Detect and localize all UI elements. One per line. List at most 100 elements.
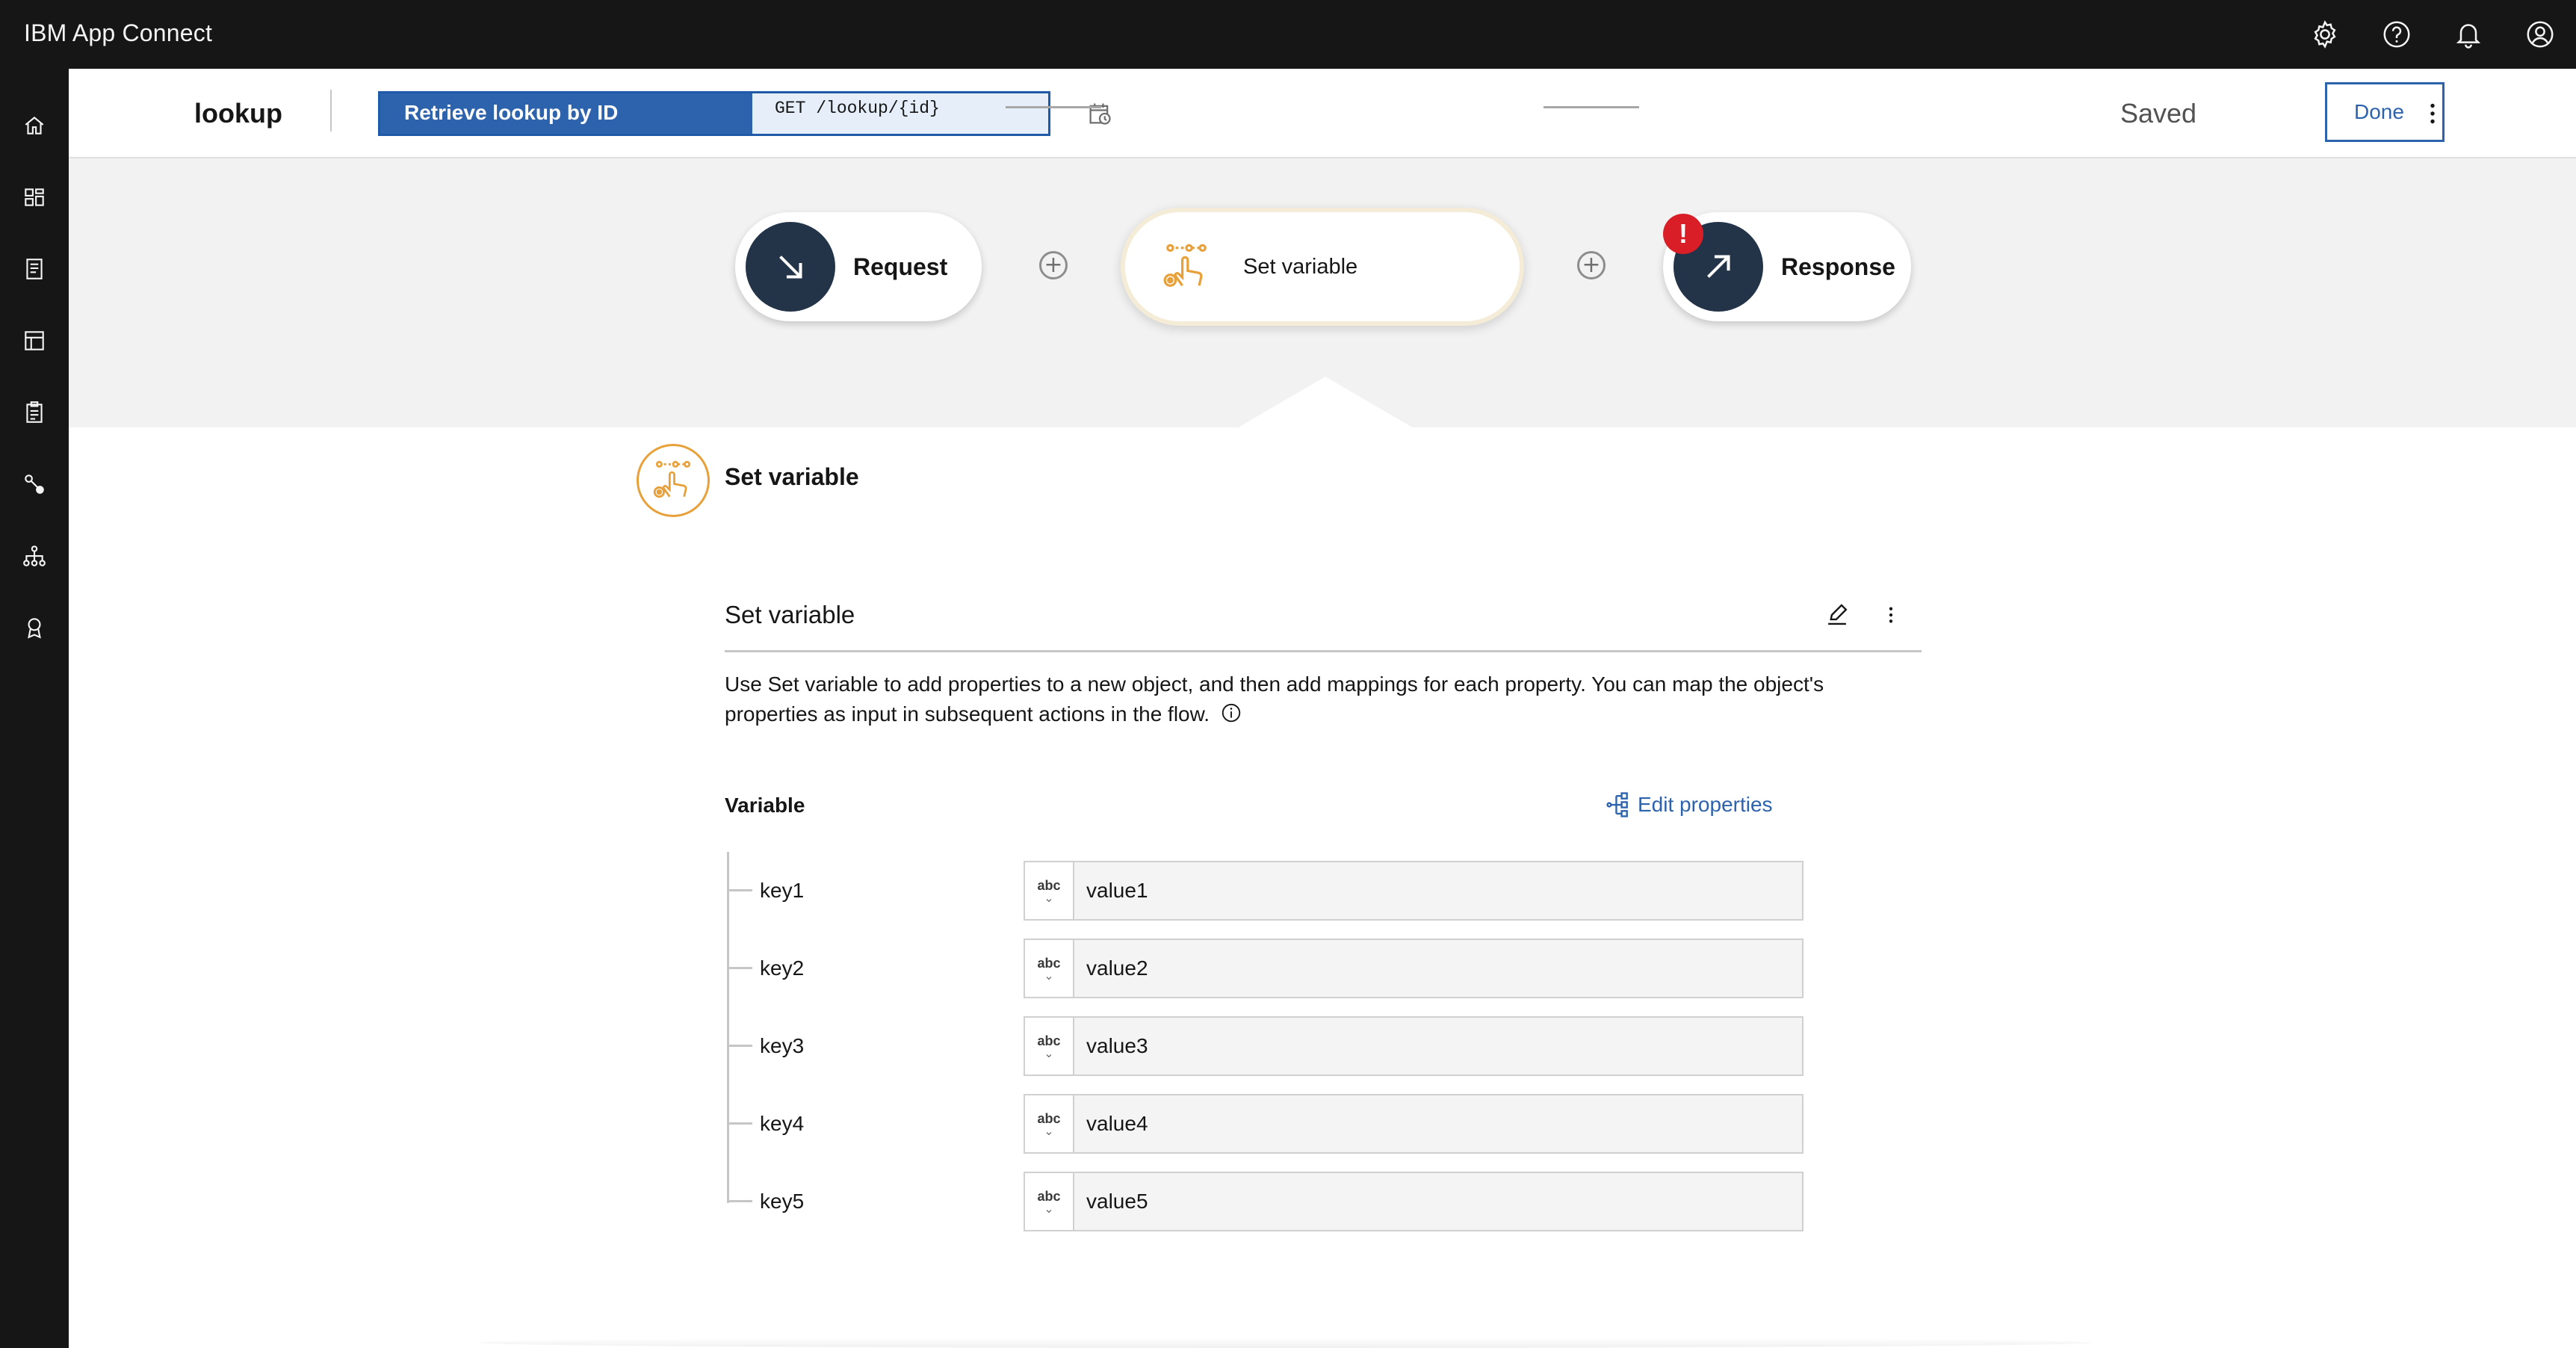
request-label: Request bbox=[853, 253, 948, 280]
property-key[interactable]: key1 bbox=[760, 861, 804, 921]
section-title: Set variable bbox=[725, 601, 855, 628]
rail-item-dashboard[interactable] bbox=[0, 170, 69, 224]
section-overflow-menu-icon[interactable] bbox=[1877, 601, 1905, 629]
property-key[interactable]: key4 bbox=[760, 1094, 804, 1154]
settings-icon[interactable] bbox=[2289, 0, 2361, 69]
top-header: IBM App Connect bbox=[0, 0, 2576, 69]
connector-line bbox=[1544, 106, 1639, 108]
property-value[interactable]: value2 bbox=[1074, 940, 1802, 997]
rail-item-logs[interactable] bbox=[0, 386, 69, 439]
header-actions bbox=[2289, 0, 2576, 69]
save-status: Saved bbox=[2120, 98, 2197, 129]
chevron-down-icon: ⌄ bbox=[1044, 1047, 1054, 1060]
request-node[interactable]: Request bbox=[735, 212, 982, 321]
description: Use Set variable to add properties to a … bbox=[725, 670, 1890, 729]
edit-properties-link[interactable]: Edit properties bbox=[1605, 791, 1773, 819]
type-selector[interactable]: abc ⌄ bbox=[1025, 940, 1074, 997]
flow-header: lookup Retrieve lookup by ID GET /lookup… bbox=[69, 69, 2576, 158]
selection-pointer bbox=[1236, 377, 1415, 429]
type-selector[interactable]: abc ⌄ bbox=[1025, 1095, 1074, 1152]
property-value[interactable]: value1 bbox=[1074, 862, 1802, 919]
operation-selector[interactable]: Retrieve lookup by ID GET /lookup/{id} bbox=[378, 91, 1050, 136]
property-value-field[interactable]: abc ⌄ value3 bbox=[1024, 1016, 1803, 1076]
type-label: abc bbox=[1037, 955, 1061, 971]
property-value[interactable]: value5 bbox=[1074, 1173, 1802, 1230]
panel-bottom-shadow bbox=[478, 1338, 2092, 1348]
set-variable-label: Set variable bbox=[1243, 254, 1358, 279]
variable-row: key4 abc ⌄ value4 bbox=[727, 1094, 1803, 1154]
section-divider bbox=[725, 650, 1922, 652]
divider bbox=[330, 90, 332, 132]
rail-item-home[interactable] bbox=[0, 99, 69, 152]
property-value[interactable]: value4 bbox=[1074, 1095, 1802, 1152]
set-variable-icon bbox=[1157, 237, 1216, 297]
rail-item-connections[interactable] bbox=[0, 457, 69, 511]
info-icon[interactable] bbox=[1220, 702, 1242, 724]
type-label: abc bbox=[1037, 877, 1061, 893]
property-key[interactable]: key2 bbox=[760, 939, 804, 998]
property-key[interactable]: key5 bbox=[760, 1172, 804, 1231]
tree-branch bbox=[727, 1122, 752, 1125]
variable-row: key1 abc ⌄ value1 bbox=[727, 861, 1803, 921]
panel-title: Set variable bbox=[725, 463, 859, 490]
type-label: abc bbox=[1037, 1033, 1061, 1048]
schedule-icon[interactable] bbox=[1086, 100, 1113, 127]
operation-path: GET /lookup/{id} bbox=[752, 93, 1048, 134]
variable-row: key5 abc ⌄ value5 bbox=[727, 1172, 1803, 1231]
edit-pencil-icon[interactable] bbox=[1823, 601, 1851, 629]
connector-line bbox=[1006, 106, 1101, 108]
panel-set-variable-icon bbox=[637, 444, 710, 517]
app-title[interactable]: IBM App Connect bbox=[24, 0, 212, 69]
property-value-field[interactable]: abc ⌄ value5 bbox=[1024, 1172, 1803, 1231]
dashboard-icon bbox=[25, 188, 44, 206]
add-node-button[interactable]: + bbox=[1039, 251, 1068, 279]
variable-label: Variable bbox=[725, 794, 805, 817]
tree-branch bbox=[727, 1200, 752, 1202]
tree-branch bbox=[727, 967, 752, 969]
property-value-field[interactable]: abc ⌄ value4 bbox=[1024, 1094, 1803, 1154]
add-node-button[interactable]: + bbox=[1577, 251, 1606, 279]
chevron-down-icon: ⌄ bbox=[1044, 1125, 1054, 1138]
logs-icon bbox=[26, 401, 43, 423]
catalog-icon bbox=[26, 259, 43, 279]
templates-icon bbox=[25, 331, 44, 350]
variable-row: key3 abc ⌄ value3 bbox=[727, 1016, 1803, 1076]
rail-item-catalog[interactable] bbox=[0, 242, 69, 296]
left-nav-rail bbox=[0, 69, 69, 1348]
property-value[interactable]: value3 bbox=[1074, 1018, 1802, 1075]
chevron-down-icon: ⌄ bbox=[1044, 891, 1054, 905]
request-arrow-icon bbox=[746, 222, 835, 312]
type-selector[interactable]: abc ⌄ bbox=[1025, 862, 1074, 919]
notification-icon[interactable] bbox=[2433, 0, 2504, 69]
type-label: abc bbox=[1037, 1110, 1061, 1126]
chevron-down-icon: ⌄ bbox=[1044, 1202, 1054, 1216]
overflow-menu-icon[interactable] bbox=[2415, 96, 2450, 132]
edit-properties-label: Edit properties bbox=[1638, 793, 1773, 816]
tree-branch bbox=[727, 1045, 752, 1047]
description-text: Use Set variable to add properties to a … bbox=[725, 673, 1824, 726]
help-icon[interactable] bbox=[2361, 0, 2433, 69]
error-badge[interactable]: ! bbox=[1663, 214, 1703, 254]
tree-structure-icon bbox=[1606, 792, 1628, 817]
badge-icon bbox=[28, 618, 41, 639]
operation-title: Retrieve lookup by ID bbox=[380, 93, 752, 134]
rail-item-templates[interactable] bbox=[0, 314, 69, 368]
property-value-field[interactable]: abc ⌄ value2 bbox=[1024, 939, 1803, 998]
connections-icon bbox=[25, 474, 44, 494]
rail-item-badge[interactable] bbox=[0, 601, 69, 655]
response-label: Response bbox=[1781, 253, 1895, 280]
flow-name[interactable]: lookup bbox=[194, 69, 282, 158]
hierarchy-icon bbox=[23, 545, 46, 566]
type-selector[interactable]: abc ⌄ bbox=[1025, 1018, 1074, 1075]
chevron-down-icon: ⌄ bbox=[1044, 969, 1054, 983]
property-value-field[interactable]: abc ⌄ value1 bbox=[1024, 861, 1803, 921]
property-key[interactable]: key3 bbox=[760, 1016, 804, 1076]
type-selector[interactable]: abc ⌄ bbox=[1025, 1173, 1074, 1230]
home-icon bbox=[25, 117, 44, 135]
user-avatar-icon[interactable] bbox=[2504, 0, 2576, 69]
variable-row: key2 abc ⌄ value2 bbox=[727, 939, 1803, 998]
rail-item-hierarchy[interactable] bbox=[0, 529, 69, 583]
set-variable-node[interactable]: Set variable bbox=[1121, 208, 1524, 326]
type-label: abc bbox=[1037, 1188, 1061, 1204]
tree-branch bbox=[727, 889, 752, 891]
